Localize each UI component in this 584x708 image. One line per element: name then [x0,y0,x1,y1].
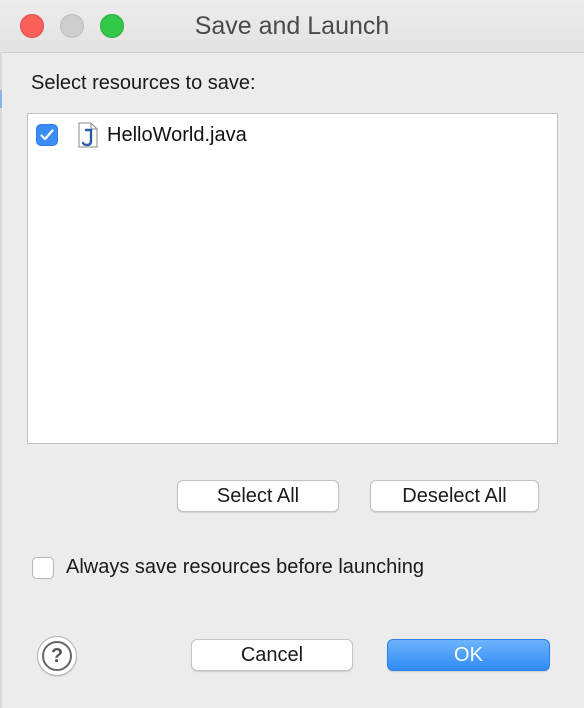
resource-list[interactable]: HelloWorld.java [27,113,558,444]
checkmark-icon [40,129,54,141]
title-bar: Save and Launch [0,0,584,53]
resource-checkbox[interactable] [36,124,58,146]
always-save-option[interactable]: Always save resources before launching [32,556,424,579]
help-button[interactable]: ? [37,636,77,676]
select-all-button[interactable]: Select All [177,480,339,512]
java-file-icon [78,122,98,148]
resource-name: HelloWorld.java [107,123,247,146]
always-save-checkbox[interactable] [32,556,54,579]
cancel-button[interactable]: Cancel [191,639,353,671]
question-mark-icon: ? [42,641,72,671]
window-title: Save and Launch [194,12,390,40]
window-edge [0,52,2,708]
always-save-label[interactable]: Always save resources before launching [66,556,424,579]
list-item[interactable]: HelloWorld.java [36,120,247,150]
deselect-all-button[interactable]: Deselect All [370,480,539,512]
background-window-edge [0,90,2,108]
resources-prompt: Select resources to save: [31,72,256,94]
ok-button[interactable]: OK [387,639,550,671]
